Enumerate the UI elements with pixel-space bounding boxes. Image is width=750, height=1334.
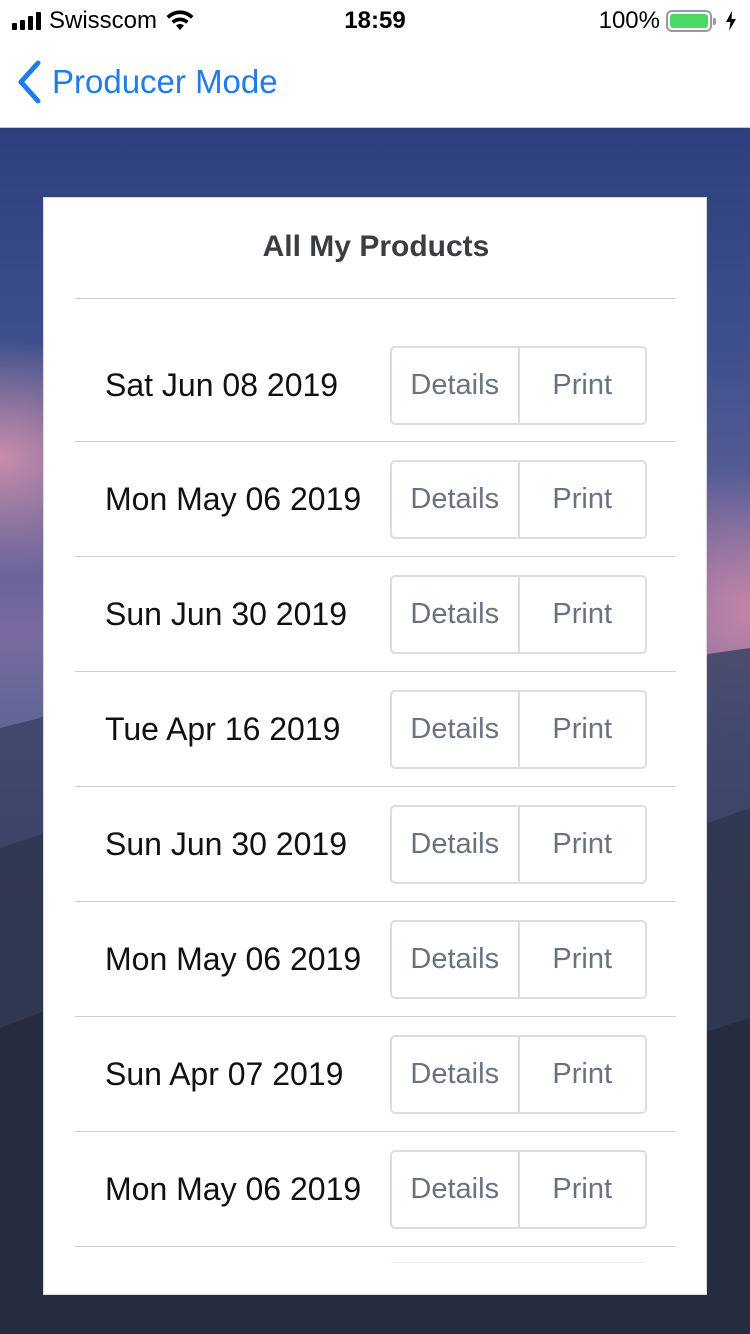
print-button[interactable]: Print: [517, 462, 646, 537]
details-button[interactable]: Details: [392, 807, 518, 882]
list-item: Sat Jun 08 2019 Details Print: [75, 328, 676, 442]
details-button[interactable]: Details: [392, 692, 518, 767]
product-date: Sun Jun 30 2019: [105, 826, 347, 862]
list-item: Sun Jun 30 2019 Details Print: [75, 557, 676, 672]
print-button[interactable]: Print: [517, 1037, 646, 1112]
back-button-label: Producer Mode: [52, 63, 278, 100]
products-card: All My Products Sat Jun 08 2019 Details …: [43, 197, 707, 1295]
title-divider: [75, 298, 676, 299]
product-date: Mon May 06 2019: [105, 1171, 362, 1207]
print-button[interactable]: Print: [517, 348, 646, 423]
print-button[interactable]: Print: [517, 692, 646, 767]
battery-percent: 100%: [598, 7, 660, 34]
details-button[interactable]: Details: [392, 462, 518, 537]
list-item: Mon May 06 2019 Details Print: [75, 902, 676, 1017]
battery-fill: [670, 14, 708, 28]
product-date: Mon May 06 2019: [105, 481, 362, 517]
product-date: Sun Apr 07 2019: [105, 1056, 344, 1092]
list-item: Tue Apr 16 2019 Details Print: [75, 672, 676, 787]
battery-icon: [666, 10, 716, 32]
products-list: Sat Jun 08 2019 Details Print Mon May 06…: [75, 328, 676, 1247]
details-button[interactable]: Details: [392, 1152, 518, 1227]
chevron-left-icon: [18, 60, 41, 104]
product-date: Tue Apr 16 2019: [105, 711, 341, 747]
list-item: Sun Apr 07 2019 Details Print: [75, 1017, 676, 1132]
print-button[interactable]: Print: [517, 1152, 646, 1227]
product-date: Sat Jun 08 2019: [105, 366, 339, 403]
back-button[interactable]: Producer Mode: [16, 60, 278, 104]
print-button[interactable]: Print: [517, 577, 646, 652]
action-button-group: Details Print: [390, 460, 647, 539]
charging-bolt-icon: [726, 11, 736, 31]
action-button-group: Details Print: [390, 1035, 647, 1114]
status-right: 100%: [599, 7, 738, 35]
list-item: Mon May 06 2019 Details Print: [75, 442, 676, 557]
action-button-group: Details Print: [390, 805, 647, 884]
list-item: Mon May 06 2019 Details Print: [75, 1132, 676, 1247]
card-title: All My Products: [262, 230, 490, 263]
action-button-group: Details Print: [390, 1150, 647, 1229]
action-button-group: Details Print: [390, 690, 647, 769]
action-button-group: Details Print: [390, 920, 647, 999]
print-button[interactable]: Print: [517, 807, 646, 882]
action-button-group: Details Print: [390, 346, 647, 425]
details-button[interactable]: Details: [392, 577, 518, 652]
product-date: Sun Jun 30 2019: [105, 596, 347, 632]
print-button[interactable]: Print: [517, 922, 646, 997]
details-button[interactable]: Details: [392, 1037, 518, 1112]
scroll-edge-divider: [391, 1262, 646, 1263]
list-item: Sun Jun 30 2019 Details Print: [75, 787, 676, 902]
status-bar: Swisscom 18:59 100%: [0, 0, 750, 40]
navigation-bar: Producer Mode: [0, 40, 750, 128]
product-date: Mon May 06 2019: [105, 941, 362, 977]
details-button[interactable]: Details: [392, 922, 518, 997]
details-button[interactable]: Details: [392, 348, 518, 423]
action-button-group: Details Print: [390, 575, 647, 654]
